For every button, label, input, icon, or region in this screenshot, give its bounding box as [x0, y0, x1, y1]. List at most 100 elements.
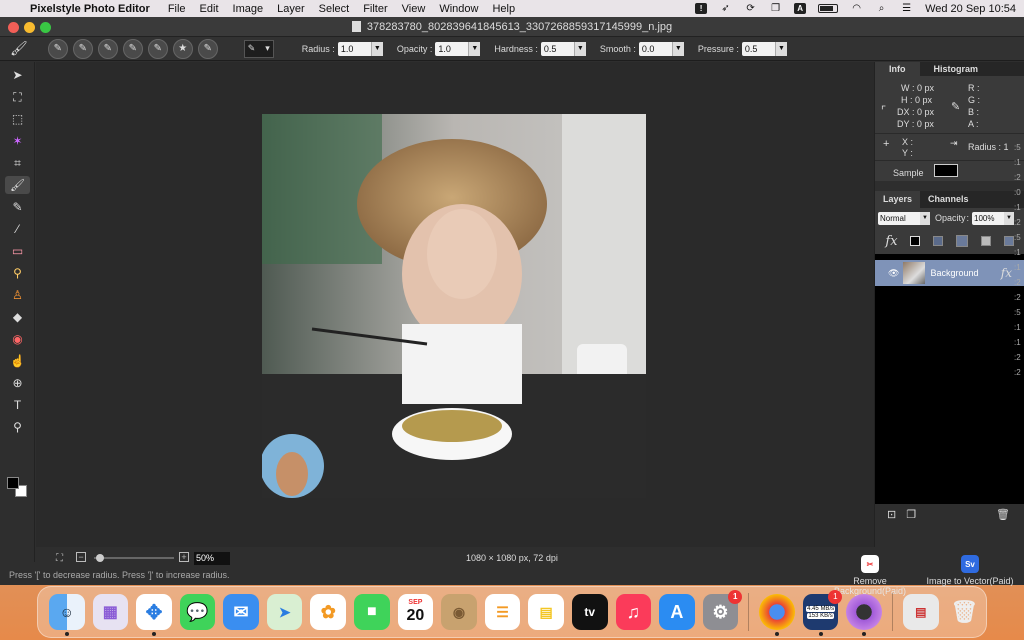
menu-edit[interactable]: Edit [200, 3, 219, 15]
menu-select[interactable]: Select [319, 3, 350, 15]
chevron-down-icon[interactable]: ▼ [370, 41, 383, 56]
chrome-icon[interactable] [759, 594, 795, 636]
marquee-tool-icon[interactable]: ⬚ [5, 110, 30, 128]
crop-tool-icon[interactable]: ⌗ [5, 154, 30, 172]
brush-preset-7-icon[interactable]: ✎ [197, 38, 218, 59]
chevron-down-icon[interactable]: ▼ [468, 41, 481, 56]
brush-preset-6-icon[interactable]: ★ [172, 38, 193, 59]
menu-window[interactable]: Window [439, 3, 478, 15]
pixelstyle-app-icon[interactable] [846, 594, 882, 636]
menu-filter[interactable]: Filter [363, 3, 387, 15]
pressure-field[interactable]: 0.5 ▼ [741, 41, 787, 56]
sync-icon[interactable]: ⟳ [744, 3, 757, 14]
facetime-icon[interactable]: ■ [354, 594, 390, 630]
mask-black-icon[interactable] [910, 236, 921, 246]
document-photo[interactable] [262, 114, 646, 498]
zoom-tool-icon[interactable]: ⊕ [5, 374, 30, 392]
system-settings-icon[interactable]: ⚙ 1 [702, 590, 743, 630]
brush-preset-1-icon[interactable]: ✎ [47, 38, 68, 59]
tab-histogram[interactable]: Histogram [920, 62, 993, 76]
app-store-icon[interactable]: A [659, 594, 695, 630]
chevron-down-icon[interactable]: ▼ [774, 41, 787, 56]
tab-channels[interactable]: Channels [920, 191, 977, 208]
spotlight-search-icon[interactable]: ⌕ [875, 3, 888, 14]
zoom-in-icon[interactable]: + [179, 552, 189, 562]
paint-bucket-tool-icon[interactable]: ◆ [5, 308, 30, 326]
zoom-slider-thumb[interactable] [96, 554, 104, 562]
new-layer-icon[interactable]: ⊡ [887, 508, 896, 521]
contacts-icon[interactable]: ◉ [441, 594, 477, 630]
close-window-button[interactable] [8, 22, 19, 33]
eyedropper-tool-icon[interactable]: ⚲ [5, 264, 30, 282]
blend-mode-select[interactable]: Normal ▼ [878, 211, 930, 225]
tab-layers[interactable]: Layers [875, 191, 921, 208]
zoom-out-icon[interactable]: − [76, 552, 86, 562]
menu-layer[interactable]: Layer [277, 3, 305, 15]
brush-tool-icon[interactable]: 🖌 [5, 176, 30, 194]
minimize-window-button[interactable] [24, 22, 35, 33]
trash-icon[interactable]: 🗑 [947, 594, 983, 630]
red-eye-tool-icon[interactable]: ◉ [5, 330, 30, 348]
mask-light-icon[interactable] [980, 236, 991, 246]
battery-icon[interactable] [818, 4, 839, 13]
launchpad-icon[interactable]: ▦ [92, 594, 129, 630]
layer-fx-icon[interactable]: fx [1001, 266, 1012, 280]
control-center-icon[interactable]: ☰ [900, 3, 913, 14]
pencil-tool-icon[interactable]: ✎ [5, 198, 30, 216]
menubar-clock[interactable]: Wed 20 Sep 10:54 [925, 3, 1016, 15]
reminders-icon[interactable]: ☰ [484, 594, 521, 630]
menu-file[interactable]: File [168, 3, 186, 15]
network-monitor-icon[interactable]: 4.45 MB/s 153 KB/s 1 [802, 590, 843, 636]
mask-frame-icon[interactable] [955, 235, 968, 247]
sample-color-swatch[interactable] [934, 164, 958, 177]
mask-gray-icon[interactable] [933, 236, 944, 246]
maps-icon[interactable]: ➤ [266, 594, 303, 630]
notice-icon[interactable]: ! [695, 3, 708, 14]
brush-preset-4-icon[interactable]: ✎ [122, 38, 143, 59]
smooth-field[interactable]: 0.0 ▼ [638, 41, 684, 56]
layer-opacity-select[interactable]: 100% ▼ [972, 211, 1015, 225]
layer-row[interactable]: 👁 Background fx [875, 260, 1024, 286]
chevron-down-icon[interactable]: ▼ [573, 41, 586, 56]
zoom-level-field[interactable]: 50% [194, 552, 230, 565]
smudge-tool-icon[interactable]: ☝ [5, 352, 30, 370]
safari-icon[interactable]: ✥ [136, 594, 172, 636]
radius-field[interactable]: 1.0 ▼ [337, 41, 383, 56]
opacity-field[interactable]: 1.0 ▼ [435, 41, 481, 56]
apple-tv-icon[interactable]: tv [571, 594, 608, 630]
fit-screen-icon[interactable]: ⛶ [56, 553, 63, 564]
menu-view[interactable]: View [402, 3, 426, 15]
menu-help[interactable]: Help [492, 3, 515, 15]
downloads-folder-icon[interactable]: ▤ [902, 594, 939, 630]
transform-tool-icon[interactable]: ⛶ [5, 88, 30, 106]
messages-icon[interactable]: 💬 [179, 594, 216, 630]
brush-picker-dropdown[interactable]: ✎ ▾ [243, 39, 274, 58]
hardness-field[interactable]: 0.5 ▼ [540, 41, 586, 56]
layer-effects-button[interactable]: fx [885, 234, 897, 249]
app-menu[interactable]: Pixelstyle Photo Editor [30, 3, 150, 15]
calendar-icon[interactable]: SEP 20 [397, 594, 434, 630]
brush-preset-5-icon[interactable]: ✎ [147, 38, 168, 59]
maximize-window-button[interactable] [40, 22, 51, 33]
duplicate-layer-icon[interactable]: ❐ [906, 508, 916, 521]
menu-image[interactable]: Image [233, 3, 264, 15]
brush-preset-3-icon[interactable]: ✎ [97, 38, 118, 59]
photos-icon[interactable]: ✿ [310, 594, 347, 630]
eraser-tool-icon[interactable]: ▭ [5, 242, 30, 260]
eye-visibility-icon[interactable]: 👁 [888, 268, 899, 279]
notes-icon[interactable]: ▤ [528, 594, 564, 630]
send-icon[interactable]: ➶ [719, 3, 732, 14]
line-tool-icon[interactable]: ⁄ [5, 220, 30, 238]
hand-tool-icon[interactable]: ⚲ [5, 418, 30, 436]
zoom-slider[interactable] [94, 557, 174, 559]
stamp-tool-icon[interactable]: ♙ [5, 286, 30, 304]
copy-icon[interactable]: ❐ [769, 3, 782, 14]
music-icon[interactable]: ♫ [615, 594, 652, 630]
wifi-icon[interactable]: ◠ [850, 3, 863, 14]
tab-info[interactable]: Info [875, 62, 920, 76]
canvas-area[interactable] [36, 62, 874, 547]
brush-preset-2-icon[interactable]: ✎ [72, 38, 93, 59]
magic-wand-tool-icon[interactable]: ✶ [5, 132, 30, 150]
foreground-color-swatch[interactable] [7, 477, 19, 489]
text-tool-icon[interactable]: T [5, 396, 30, 414]
